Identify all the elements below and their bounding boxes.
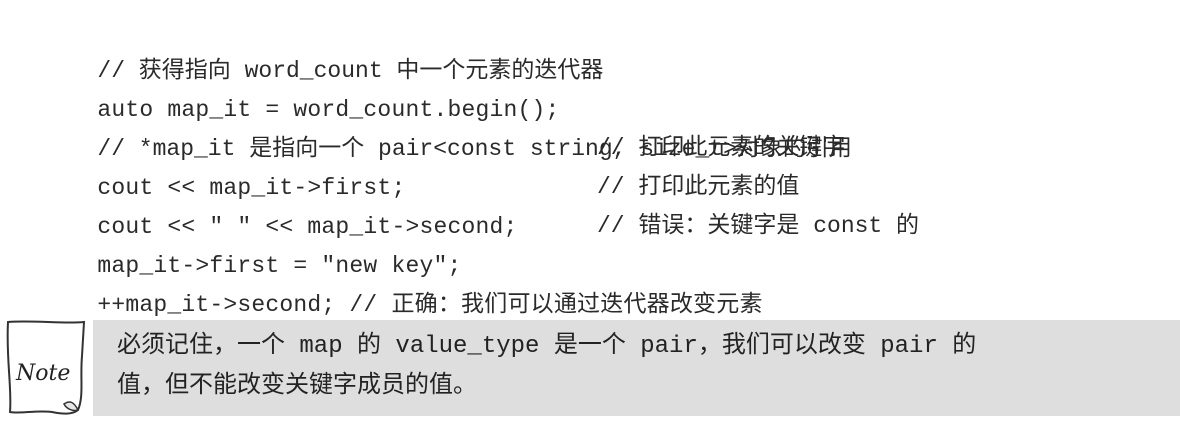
comment-text: // 打印此元素的值 xyxy=(597,174,800,200)
note-box: 必须记住，一个 map 的 value_type 是一个 pair，我们可以改变… xyxy=(93,320,1180,416)
note-text-line-2: 值，但不能改变关键字成员的值。 xyxy=(117,373,477,400)
comment-text: // 打印此元素的关键字 xyxy=(597,135,846,161)
note-text-line-1: 必须记住，一个 map 的 value_type 是一个 pair，我们可以改变… xyxy=(117,333,977,360)
code-line-5: cout << " " << map_it->second; // 打印此元素的… xyxy=(42,168,1162,240)
code-line-6: map_it->first = "new key"; // 错误：关键字是 co… xyxy=(42,207,1162,279)
code-block: // 获得指向 word_count 中一个元素的迭代器 auto map_it… xyxy=(42,12,1162,318)
note-icon: Note xyxy=(2,318,90,418)
code-line-3: // *map_it 是指向一个 pair<const string, size… xyxy=(42,90,1162,162)
code-line-2: auto map_it = word_count.begin(); xyxy=(42,51,1162,123)
note-icon-label: Note xyxy=(15,361,70,386)
code-line-4: cout << map_it->first; // 打印此元素的关键字 xyxy=(42,129,1162,201)
code-line-1: // 获得指向 word_count 中一个元素的迭代器 xyxy=(42,12,1162,84)
comment-text: // 错误：关键字是 const 的 xyxy=(597,213,920,239)
code-line-7: ++map_it->second; // 正确：我们可以通过迭代器改变元素 xyxy=(42,246,1162,318)
note-callout: Note 必须记住，一个 map 的 value_type 是一个 pair，我… xyxy=(0,312,1180,424)
